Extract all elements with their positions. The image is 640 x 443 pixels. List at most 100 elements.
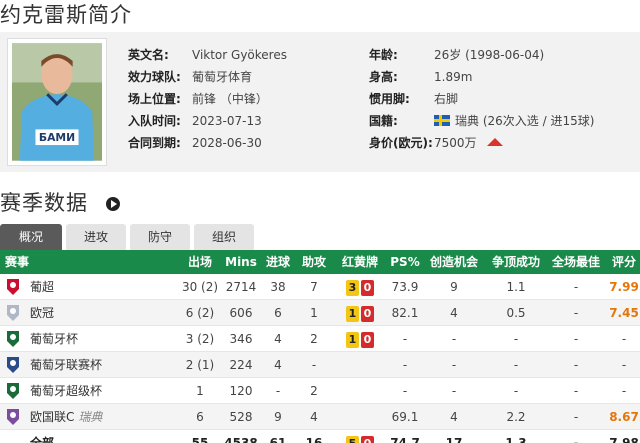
- table-row[interactable]: 欧国联C 瑞典 6 528 9 4 69.1 4 2.2 - 8.67: [0, 404, 640, 430]
- nationality-text: 瑞典 (26次入选 / 进15球): [455, 114, 595, 128]
- cell-motm: -: [573, 436, 579, 443]
- english-name-label: 英文名:: [128, 48, 169, 62]
- competition-logo-icon: [5, 304, 21, 322]
- cell-cards: 50: [334, 430, 386, 443]
- cell-assists: 7: [310, 280, 318, 294]
- table-row[interactable]: 全部 55 4538 61 16 74.7 17 1.3 - 7.98 5 0: [0, 430, 640, 443]
- height-label: 身高:: [369, 70, 398, 84]
- table-row[interactable]: 葡超 30 (2) 2714 38 7 73.9 9 1.1 - 7.99 3 0: [0, 274, 640, 300]
- age-value: 26岁 (1998-06-04): [434, 48, 545, 62]
- col-chances[interactable]: 创造机会: [426, 250, 482, 274]
- trend-up-icon: [486, 138, 503, 146]
- cell-assists: 2: [310, 384, 318, 398]
- cell-aerial: -: [513, 332, 519, 346]
- cell-rating: 8.67: [609, 410, 639, 424]
- red-card-count: 0: [361, 305, 374, 322]
- competition-name[interactable]: 欧冠: [30, 300, 54, 326]
- red-card-count: 0: [361, 435, 374, 443]
- cell-rating: -: [621, 358, 627, 372]
- tab-organize[interactable]: 组织: [194, 224, 254, 250]
- cell-chances: -: [451, 332, 457, 346]
- sweden-flag-icon: [434, 115, 450, 126]
- competition-name-text: 欧冠: [30, 306, 55, 320]
- market-value-label: 身价(欧元):: [369, 136, 433, 150]
- cell-assists: -: [311, 358, 317, 372]
- competition-name[interactable]: 欧国联C 瑞典: [30, 404, 102, 430]
- arrow-right-icon[interactable]: [106, 197, 120, 211]
- table-row[interactable]: 欧冠 6 (2) 606 6 1 82.1 4 0.5-7.45 1 0: [0, 300, 640, 326]
- tab-overview[interactable]: 概况: [0, 224, 62, 250]
- cell-aerial: 1.3: [505, 436, 527, 443]
- nationality-value[interactable]: 瑞典 (26次入选 / 进15球): [434, 110, 594, 132]
- cell-motm: -: [573, 358, 579, 372]
- cell-assists: 1: [310, 306, 318, 320]
- table-row[interactable]: 葡萄牙超级杯 1 120 - 2 - - - - -: [0, 378, 640, 404]
- nationality-label: 国籍:: [369, 114, 398, 128]
- cell-chances: -: [451, 358, 457, 372]
- cell-goals: 38: [270, 280, 286, 294]
- col-apps[interactable]: 出场: [180, 250, 220, 274]
- cell-motm: -: [573, 410, 579, 424]
- col-cards[interactable]: 红黄牌: [334, 250, 386, 274]
- cell-mins: 606: [229, 306, 253, 320]
- cell-cards: 30: [334, 274, 386, 300]
- age-label: 年龄:: [369, 48, 398, 62]
- market-value: 7500万: [434, 132, 503, 154]
- cell-ps: 82.1: [391, 306, 419, 320]
- cell-motm: -: [573, 384, 579, 398]
- cell-ps: 74.7: [390, 436, 420, 443]
- col-competition[interactable]: 赛事: [5, 250, 29, 274]
- cell-goals: -: [275, 384, 281, 398]
- cell-aerial: 2.2: [506, 410, 526, 424]
- competition-logo-icon: [5, 408, 21, 426]
- competition-logo-icon: [5, 330, 21, 348]
- cell-aerial: -: [513, 358, 519, 372]
- cell-mins: 120: [229, 384, 253, 398]
- cell-rating: 7.98: [609, 436, 639, 443]
- competition-name[interactable]: 葡萄牙联赛杯: [30, 352, 102, 378]
- competition-logo-icon: [5, 382, 21, 400]
- cell-rating: -: [621, 332, 627, 346]
- cell-goals: 4: [274, 358, 282, 372]
- english-name-value: Viktor Gyökeres: [192, 48, 287, 62]
- cell-cards: 10: [334, 326, 386, 352]
- cell-assists: 16: [305, 436, 323, 443]
- cell-motm: -: [573, 332, 579, 346]
- table-row[interactable]: 葡萄牙杯 3 (2) 346 4 2 - - - - - 1 0: [0, 326, 640, 352]
- competition-name[interactable]: 葡萄牙超级杯: [30, 378, 102, 404]
- tab-defense[interactable]: 防守: [130, 224, 190, 250]
- competition-name-text: 全部: [30, 436, 55, 443]
- yellow-card-count: 3: [346, 279, 359, 296]
- table-row[interactable]: 葡萄牙联赛杯 2 (1) 224 4 - - - - - -: [0, 352, 640, 378]
- cell-assists: 4: [310, 410, 318, 424]
- col-mins[interactable]: Mins: [222, 250, 260, 274]
- col-motm[interactable]: 全场最佳: [548, 250, 604, 274]
- col-assists[interactable]: 助攻: [296, 250, 332, 274]
- foot-value: 右脚: [434, 92, 459, 106]
- col-pass-pct[interactable]: PS%: [386, 250, 424, 274]
- table-header: 赛事 出场 Mins 进球 助攻 红黄牌 PS% 创造机会 争顶成功 全场最佳 …: [0, 250, 640, 274]
- club-value[interactable]: 葡萄牙体育: [192, 66, 252, 88]
- tab-attack[interactable]: 进攻: [66, 224, 126, 250]
- cell-aerial: -: [513, 384, 519, 398]
- cell-ps: -: [402, 384, 408, 398]
- yellow-card-count: 1: [346, 305, 359, 322]
- red-card-count: 0: [361, 279, 374, 296]
- cell-cards: [334, 404, 386, 430]
- col-rating[interactable]: 评分: [608, 250, 640, 274]
- col-aerial[interactable]: 争顶成功: [488, 250, 544, 274]
- page-title: 约克雷斯简介: [0, 3, 132, 27]
- competition-name[interactable]: 葡超: [30, 274, 54, 300]
- cell-assists: 2: [310, 332, 318, 346]
- joined-value: 2023-07-13: [192, 114, 262, 128]
- cell-apps: 2 (1): [185, 358, 215, 372]
- cell-chances: -: [451, 384, 457, 398]
- col-goals[interactable]: 进球: [260, 250, 296, 274]
- competition-name[interactable]: 全部: [30, 430, 54, 443]
- yellow-card-count: 1: [346, 331, 359, 348]
- cell-cards: 10: [334, 300, 386, 326]
- competition-name[interactable]: 葡萄牙杯: [30, 326, 78, 352]
- competition-name-text: 葡萄牙杯: [30, 332, 79, 346]
- club-label: 效力球队:: [128, 70, 181, 84]
- cell-goals: 4: [274, 332, 282, 346]
